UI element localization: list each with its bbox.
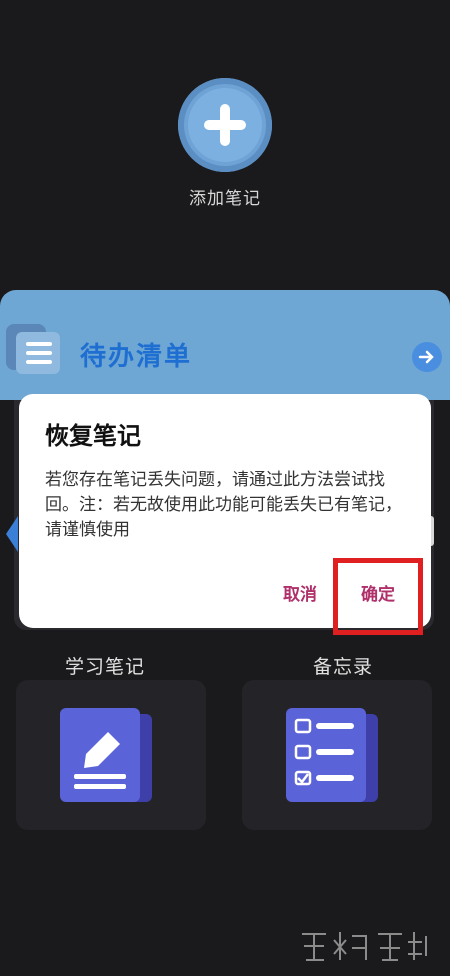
- cancel-button[interactable]: 取消: [283, 580, 317, 605]
- list-icon: [6, 324, 60, 374]
- dialog-message: 若您存在笔记丢失问题，请通过此方法尝试找回。注：若无故使用此功能可能丢失已有笔记…: [45, 470, 402, 540]
- study-notes-card[interactable]: [16, 680, 206, 830]
- watermark-logo-icon: [302, 932, 427, 961]
- memo-label: 备忘录: [312, 656, 373, 678]
- add-note-button[interactable]: [178, 78, 272, 172]
- arrow-right-icon[interactable]: [412, 342, 442, 372]
- chevron-left-icon[interactable]: [4, 514, 18, 554]
- study-notes-label: 学习笔记: [64, 656, 145, 678]
- add-note-section: 添加笔记: [0, 78, 450, 209]
- add-note-label: 添加笔记: [189, 189, 261, 209]
- note-edit-icon: [60, 708, 152, 802]
- todo-list-title: 待办清单: [80, 342, 193, 372]
- memo-card[interactable]: [242, 680, 432, 830]
- todo-list-bar[interactable]: 待办清单: [0, 290, 450, 400]
- checklist-icon: [286, 708, 378, 802]
- highlight-box: [333, 558, 423, 635]
- dialog-title: 恢复笔记: [45, 422, 141, 450]
- plus-icon: [204, 104, 246, 146]
